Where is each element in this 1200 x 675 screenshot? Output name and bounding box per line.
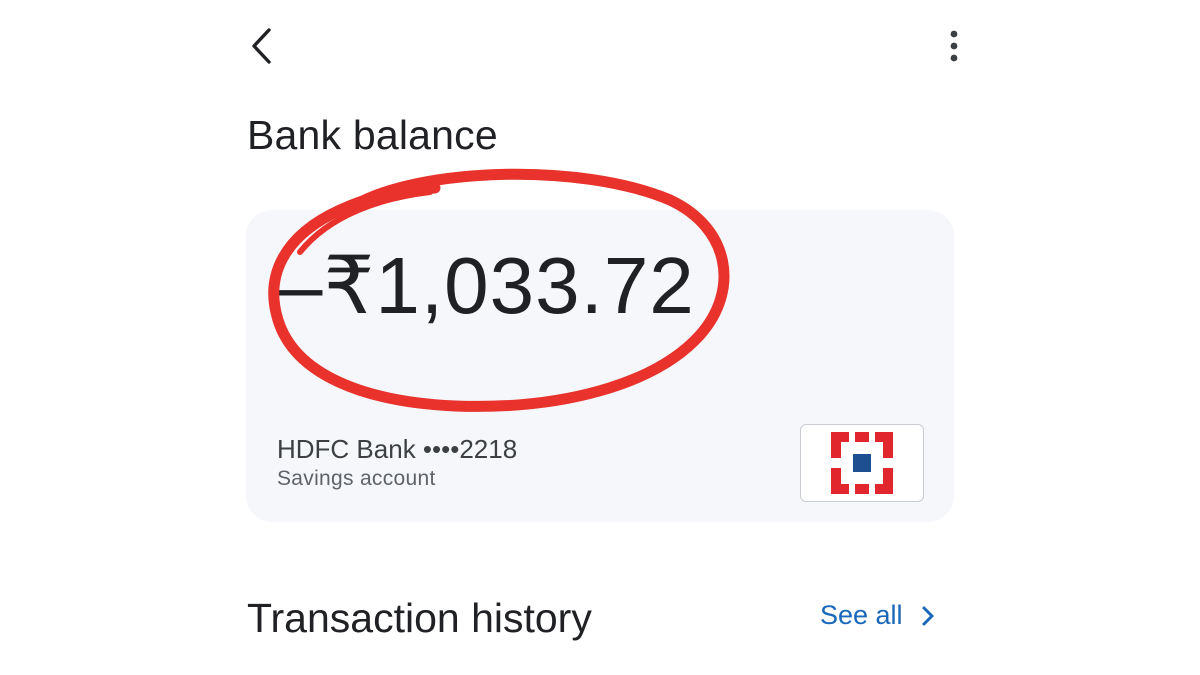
chevron-right-icon	[922, 606, 934, 625]
bank-account-name: HDFC Bank ••••2218	[277, 434, 518, 464]
more-vertical-icon	[950, 30, 958, 62]
page-title: Bank balance	[247, 112, 498, 158]
hdfc-bank-logo	[829, 430, 895, 496]
more-options-button[interactable]	[934, 24, 974, 68]
see-all-link[interactable]: See all	[820, 600, 935, 631]
chevron-left-icon	[252, 28, 271, 64]
transaction-history-title: Transaction history	[247, 595, 592, 641]
account-type: Savings account	[277, 467, 436, 490]
see-all-label: See all	[820, 600, 903, 630]
balance-amount: –₹1,033.72	[278, 241, 695, 330]
bank-logo-badge	[800, 424, 924, 502]
back-button[interactable]	[240, 24, 284, 68]
bank-balance-screen: Bank balance –₹1,033.72 HDFC Bank ••••22…	[0, 0, 1200, 675]
